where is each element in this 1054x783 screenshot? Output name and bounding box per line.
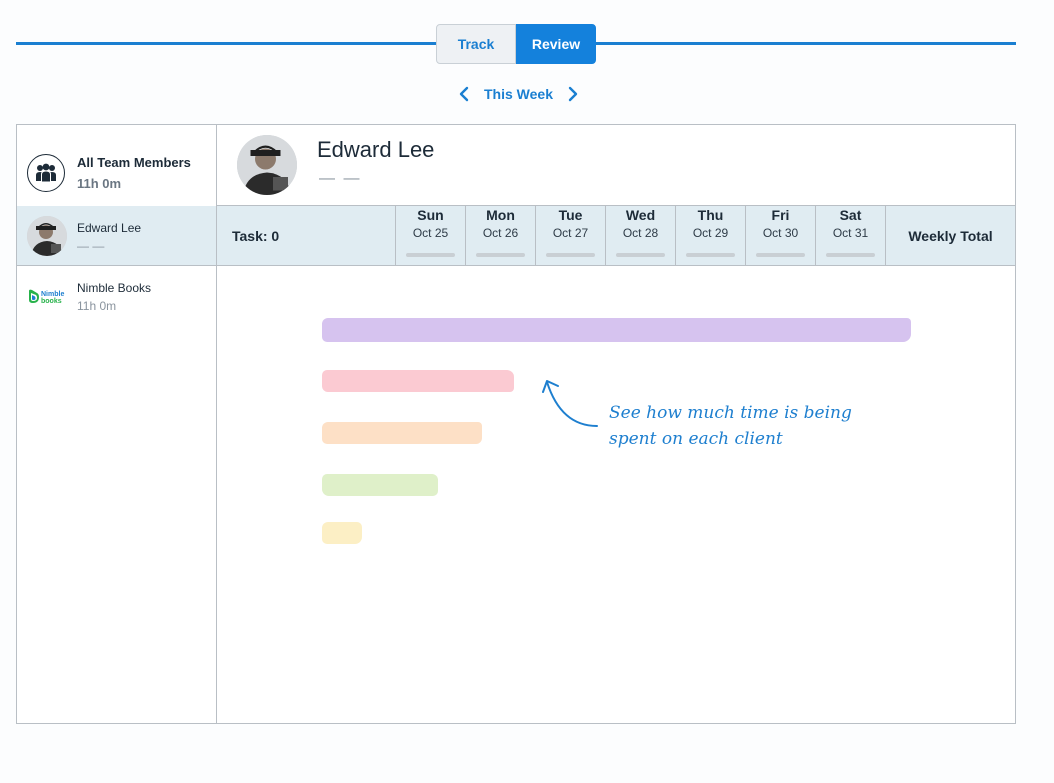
previous-week-icon[interactable] [454, 84, 474, 104]
day-column-sun: Sun Oct 25 [396, 206, 466, 265]
member-item-nimble-books[interactable]: Nimble books Nimble Books 11h 0m [17, 266, 216, 326]
day-date: Oct 27 [552, 226, 589, 240]
day-name: Sun [417, 207, 444, 223]
day-progress-bar [686, 253, 735, 257]
selected-user-sub: — — [319, 170, 362, 187]
day-name: Mon [486, 207, 515, 223]
empty-state-illustration: See how much time is being spent on each… [217, 266, 1015, 723]
placeholder-stroke [322, 422, 482, 444]
selected-user-name: Edward Lee [317, 137, 435, 162]
team-group-icon [27, 154, 65, 192]
day-name: Wed [625, 207, 656, 223]
day-name: Tue [558, 207, 583, 223]
track-tab[interactable]: Track [436, 24, 516, 64]
svg-text:Nimble: Nimble [41, 291, 64, 298]
day-column-tue: Tue Oct 27 [536, 206, 606, 265]
svg-text:books: books [41, 298, 62, 305]
weekly-total-header: Weekly Total [908, 227, 993, 244]
day-date: Oct 31 [832, 226, 869, 240]
day-progress-bar [546, 253, 595, 257]
day-column-wed: Wed Oct 28 [606, 206, 676, 265]
day-name: Fri [771, 207, 790, 223]
day-column-sat: Sat Oct 31 [816, 206, 886, 265]
day-name: Sat [839, 207, 862, 223]
task-count: Task: 0 [217, 206, 396, 265]
day-progress-bar [476, 253, 525, 257]
week-label[interactable]: This Week [484, 86, 553, 102]
member-hours: 11h 0m [77, 299, 117, 313]
member-name: Edward Lee [77, 221, 142, 235]
member-hours: — — [77, 239, 105, 253]
week-day-header: Task: 0 Sun Oct 25 Mon Oct 26 Tue Oct 27… [217, 206, 1015, 266]
empty-state-message: See how much time is being spent on each… [609, 403, 852, 449]
placeholder-stroke [322, 474, 438, 496]
day-progress-bar [616, 253, 665, 257]
member-item-edward-lee[interactable]: Edward Lee — — [17, 206, 216, 266]
review-tab[interactable]: Review [516, 24, 596, 64]
day-date: Oct 25 [412, 226, 449, 240]
day-name: Thu [697, 207, 724, 223]
placeholder-stroke [322, 318, 911, 342]
day-progress-bar [406, 253, 455, 257]
selected-user-avatar [237, 135, 297, 195]
placeholder-stroke [322, 370, 514, 392]
curved-arrow-icon [542, 380, 598, 427]
day-date: Oct 30 [762, 226, 799, 240]
all-team-hours: 11h 0m [77, 176, 122, 191]
nimble-books-logo: Nimble books [27, 288, 69, 306]
next-week-icon[interactable] [563, 84, 583, 104]
day-progress-bar [826, 253, 875, 257]
day-progress-bar [756, 253, 805, 257]
empty-state-callout: See how much time is being spent on each… [601, 394, 887, 450]
member-name: Nimble Books [77, 281, 152, 295]
all-team-label: All Team Members [77, 155, 191, 170]
timesheet-area: Edward Lee — — Task: 0 Sun Oct 25 Mon Oc… [217, 125, 1015, 723]
all-team-members-item[interactable]: All Team Members 11h 0m [17, 125, 216, 207]
day-column-thu: Thu Oct 29 [676, 206, 746, 265]
day-column-fri: Fri Oct 30 [746, 206, 816, 265]
selected-user-header: Edward Lee — — [217, 125, 1015, 206]
day-date: Oct 29 [692, 226, 729, 240]
review-panel: All Team Members 11h 0m Edward Lee — — N… [16, 124, 1016, 724]
day-date: Oct 26 [482, 226, 519, 240]
day-date: Oct 28 [622, 226, 659, 240]
edward-lee-avatar [27, 216, 67, 256]
day-column-mon: Mon Oct 26 [466, 206, 536, 265]
team-sidebar: All Team Members 11h 0m Edward Lee — — N… [17, 125, 217, 723]
placeholder-stroke [322, 522, 362, 544]
week-navigator: This Week [454, 84, 583, 104]
